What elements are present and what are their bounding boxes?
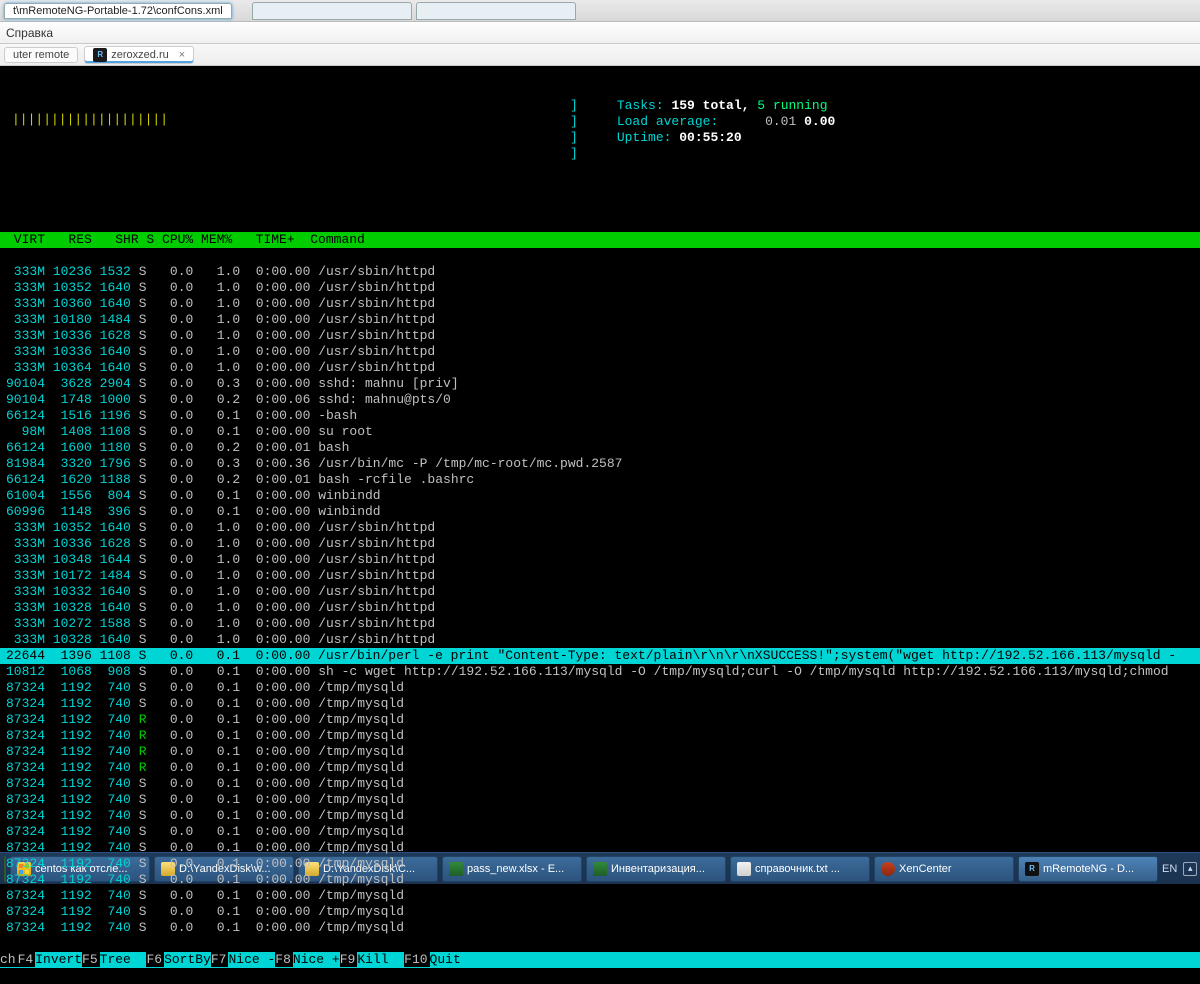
process-row[interactable]: 81984 3320 1796 S 0.0 0.3 0:00.36 /usr/b… <box>0 456 1200 472</box>
process-row[interactable]: 333M 10336 1628 S 0.0 1.0 0:00.00 /usr/s… <box>0 328 1200 344</box>
process-row[interactable]: 333M 10352 1640 S 0.0 1.0 0:00.00 /usr/s… <box>0 520 1200 536</box>
process-row[interactable]: 87324 1192 740 S 0.0 0.1 0:00.00 /tmp/my… <box>0 840 1200 856</box>
start-button[interactable] <box>4 856 6 882</box>
process-row[interactable]: 87324 1192 740 R 0.0 0.1 0:00.00 /tmp/my… <box>0 728 1200 744</box>
process-row[interactable]: 87324 1192 740 S 0.0 0.1 0:00.00 /tmp/my… <box>0 808 1200 824</box>
process-row[interactable]: 333M 10332 1640 S 0.0 1.0 0:00.00 /usr/s… <box>0 584 1200 600</box>
htop-summary: ] Tasks: 159 total, 5 running ] Load ave… <box>570 82 835 162</box>
process-row[interactable]: 333M 10172 1484 S 0.0 1.0 0:00.00 /usr/s… <box>0 568 1200 584</box>
connection-tab-prev[interactable]: uter remote <box>4 47 78 63</box>
process-row[interactable]: 22644 1396 1108 S 0.0 0.1 0:00.00 /usr/b… <box>0 648 1200 664</box>
window-titlebar: t\mRemoteNG-Portable-1.72\confCons.xml <box>0 0 1200 22</box>
window-title-tab[interactable]: t\mRemoteNG-Portable-1.72\confCons.xml <box>4 3 232 19</box>
process-row[interactable]: 333M 10328 1640 S 0.0 1.0 0:00.00 /usr/s… <box>0 600 1200 616</box>
mremoteng-icon: R <box>93 48 107 62</box>
process-row[interactable]: 333M 10328 1640 S 0.0 1.0 0:00.00 /usr/s… <box>0 632 1200 648</box>
process-row[interactable]: 333M 10336 1628 S 0.0 1.0 0:00.00 /usr/s… <box>0 536 1200 552</box>
menubar: Справка <box>0 22 1200 44</box>
process-row[interactable]: 87324 1192 740 S 0.0 0.1 0:00.00 /tmp/my… <box>0 792 1200 808</box>
process-row[interactable]: 87324 1192 740 S 0.0 0.1 0:00.00 /tmp/my… <box>0 904 1200 920</box>
background-tab-2[interactable] <box>416 2 576 20</box>
process-row[interactable]: 333M 10364 1640 S 0.0 1.0 0:00.00 /usr/s… <box>0 360 1200 376</box>
process-row[interactable]: 87324 1192 740 S 0.0 0.1 0:00.00 /tmp/my… <box>0 776 1200 792</box>
tab-label: zeroxzed.ru <box>111 49 168 61</box>
connection-tab-active[interactable]: R zeroxzed.ru × <box>84 46 194 64</box>
process-row[interactable]: 10812 1068 908 S 0.0 0.1 0:00.00 sh -c w… <box>0 664 1200 680</box>
process-row[interactable]: 333M 10352 1640 S 0.0 1.0 0:00.00 /usr/s… <box>0 280 1200 296</box>
process-row[interactable]: 60996 1148 396 S 0.0 0.1 0:00.00 winbind… <box>0 504 1200 520</box>
process-row[interactable]: 87324 1192 740 R 0.0 0.1 0:00.00 /tmp/my… <box>0 744 1200 760</box>
terminal[interactable]: |||||||||||||||||||| ] Tasks: 159 total,… <box>0 66 1200 852</box>
connection-tabs: uter remote R zeroxzed.ru × <box>0 44 1200 66</box>
process-row[interactable]: 87324 1192 740 S 0.0 0.1 0:00.00 /tmp/my… <box>0 920 1200 936</box>
process-row[interactable]: 98M 1408 1108 S 0.0 0.1 0:00.00 su root <box>0 424 1200 440</box>
process-row[interactable]: 333M 10336 1640 S 0.0 1.0 0:00.00 /usr/s… <box>0 344 1200 360</box>
cpu-bars: |||||||||||||||||||| <box>6 112 168 127</box>
function-key-bar: chF4InvertF5Tree F6SortByF7Nice -F8Nice … <box>0 952 1200 968</box>
process-row[interactable]: 87324 1192 740 S 0.0 0.1 0:00.00 /tmp/my… <box>0 680 1200 696</box>
process-row[interactable]: 66124 1600 1180 S 0.0 0.2 0:00.01 bash <box>0 440 1200 456</box>
process-row[interactable]: 333M 10272 1588 S 0.0 1.0 0:00.00 /usr/s… <box>0 616 1200 632</box>
process-row[interactable]: 61004 1556 804 S 0.0 0.1 0:00.00 winbind… <box>0 488 1200 504</box>
process-row[interactable]: 87324 1192 740 S 0.0 0.1 0:00.00 /tmp/my… <box>0 824 1200 840</box>
menu-help[interactable]: Справка <box>6 26 53 40</box>
process-row[interactable]: 90104 1748 1000 S 0.0 0.2 0:00.06 sshd: … <box>0 392 1200 408</box>
process-table-body: 333M 10236 1532 S 0.0 1.0 0:00.00 /usr/s… <box>0 264 1200 936</box>
process-row[interactable]: 66124 1516 1196 S 0.0 0.1 0:00.00 -bash <box>0 408 1200 424</box>
tab-close-icon[interactable]: × <box>173 49 185 61</box>
process-row[interactable]: 87324 1192 740 S 0.0 0.1 0:00.00 /tmp/my… <box>0 856 1200 872</box>
process-row[interactable]: 66124 1620 1188 S 0.0 0.2 0:00.01 bash -… <box>0 472 1200 488</box>
process-row[interactable]: 333M 10180 1484 S 0.0 1.0 0:00.00 /usr/s… <box>0 312 1200 328</box>
process-row[interactable]: 87324 1192 740 R 0.0 0.1 0:00.00 /tmp/my… <box>0 712 1200 728</box>
tab-label: uter remote <box>13 49 69 61</box>
process-row[interactable]: 87324 1192 740 R 0.0 0.1 0:00.00 /tmp/my… <box>0 760 1200 776</box>
process-row[interactable]: 87324 1192 740 S 0.0 0.1 0:00.00 /tmp/my… <box>0 696 1200 712</box>
process-table-header[interactable]: VIRT RES SHR S CPU% MEM% TIME+ Command <box>0 232 1200 248</box>
process-row[interactable]: 87324 1192 740 S 0.0 0.1 0:00.00 /tmp/my… <box>0 872 1200 888</box>
process-row[interactable]: 333M 10236 1532 S 0.0 1.0 0:00.00 /usr/s… <box>0 264 1200 280</box>
process-row[interactable]: 90104 3628 2904 S 0.0 0.3 0:00.00 sshd: … <box>0 376 1200 392</box>
background-tab-1[interactable] <box>252 2 412 20</box>
process-row[interactable]: 333M 10348 1644 S 0.0 1.0 0:00.00 /usr/s… <box>0 552 1200 568</box>
process-row[interactable]: 333M 10360 1640 S 0.0 1.0 0:00.00 /usr/s… <box>0 296 1200 312</box>
process-row[interactable]: 87324 1192 740 S 0.0 0.1 0:00.00 /tmp/my… <box>0 888 1200 904</box>
